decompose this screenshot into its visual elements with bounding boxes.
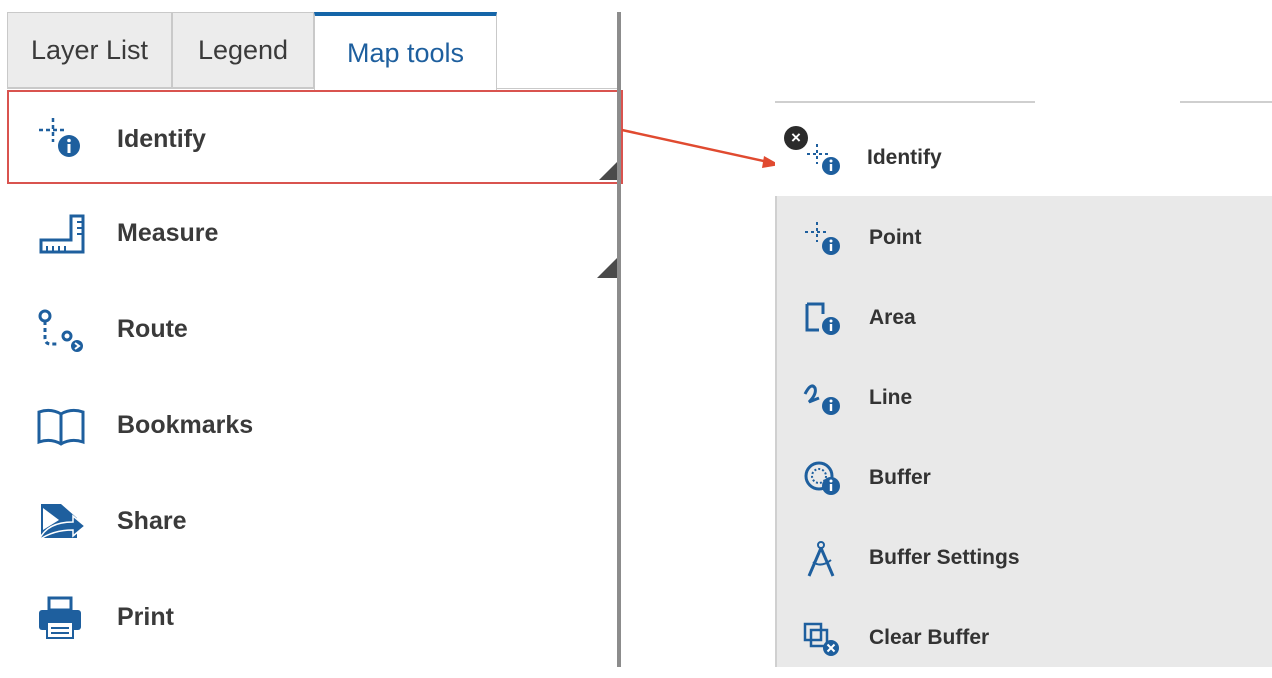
route-icon (38, 309, 83, 352)
tool-label: Identify (117, 124, 206, 153)
identify-popup-header: Identify (775, 120, 1272, 196)
option-line[interactable]: Line (777, 358, 1272, 438)
tool-print[interactable]: Print (7, 570, 623, 664)
tool-route[interactable]: Route (7, 282, 623, 376)
option-point[interactable]: Point (777, 198, 1272, 278)
identify-line-icon (803, 384, 840, 415)
close-icon[interactable]: × (784, 126, 808, 150)
ruler-icon (39, 214, 85, 254)
option-buffer-settings[interactable]: Buffer Settings (777, 518, 1272, 598)
tool-share[interactable]: Share (7, 474, 623, 568)
popup-header-label: Identify (867, 146, 942, 169)
tool-label: Print (117, 602, 174, 631)
tab-bar: Layer List Legend Map tools (7, 12, 617, 90)
option-label: Line (869, 386, 913, 409)
tab-legend[interactable]: Legend (172, 12, 314, 88)
clear-buffer-icon (803, 622, 839, 656)
expand-corner-icon[interactable] (599, 160, 619, 180)
option-label: Area (869, 306, 916, 329)
identify-icon (39, 118, 80, 157)
identify-point-icon (805, 222, 840, 255)
option-label: Buffer (869, 466, 931, 489)
tab-map-tools[interactable]: Map tools (314, 12, 497, 90)
option-label: Buffer Settings (869, 546, 1020, 569)
tool-bookmarks[interactable]: Bookmarks (7, 378, 623, 472)
tab-layer-list[interactable]: Layer List (7, 12, 172, 88)
option-label: Point (869, 226, 922, 249)
tool-label: Route (117, 314, 188, 343)
tool-label: Measure (117, 218, 219, 247)
tool-label: Bookmarks (117, 410, 254, 439)
option-label: Clear Buffer (869, 626, 990, 649)
popup-top-border (775, 101, 1035, 103)
option-buffer[interactable]: Buffer (777, 438, 1272, 518)
printer-icon (39, 596, 81, 639)
compass-icon (807, 541, 835, 577)
panel-splitter[interactable] (617, 12, 621, 667)
map-tools-panel: Layer List Legend Map tools Identify Mea… (0, 0, 623, 667)
identify-buffer-icon (804, 461, 840, 495)
option-area[interactable]: Area (777, 278, 1272, 358)
tool-measure[interactable]: Measure (7, 186, 623, 280)
identify-area-icon (805, 302, 840, 335)
tool-identify[interactable]: Identify (7, 90, 623, 184)
option-clear-buffer[interactable]: Clear Buffer (777, 598, 1272, 678)
share-icon (37, 504, 87, 543)
tool-label: Share (117, 506, 187, 535)
book-icon (37, 408, 85, 446)
tab-divider (7, 88, 314, 89)
popup-top-border (1180, 101, 1272, 103)
tab-divider (497, 88, 617, 89)
identify-options-list: Point Area Line Buffer Buffer Settings C… (775, 196, 1272, 667)
expand-corner-icon[interactable] (597, 258, 617, 278)
